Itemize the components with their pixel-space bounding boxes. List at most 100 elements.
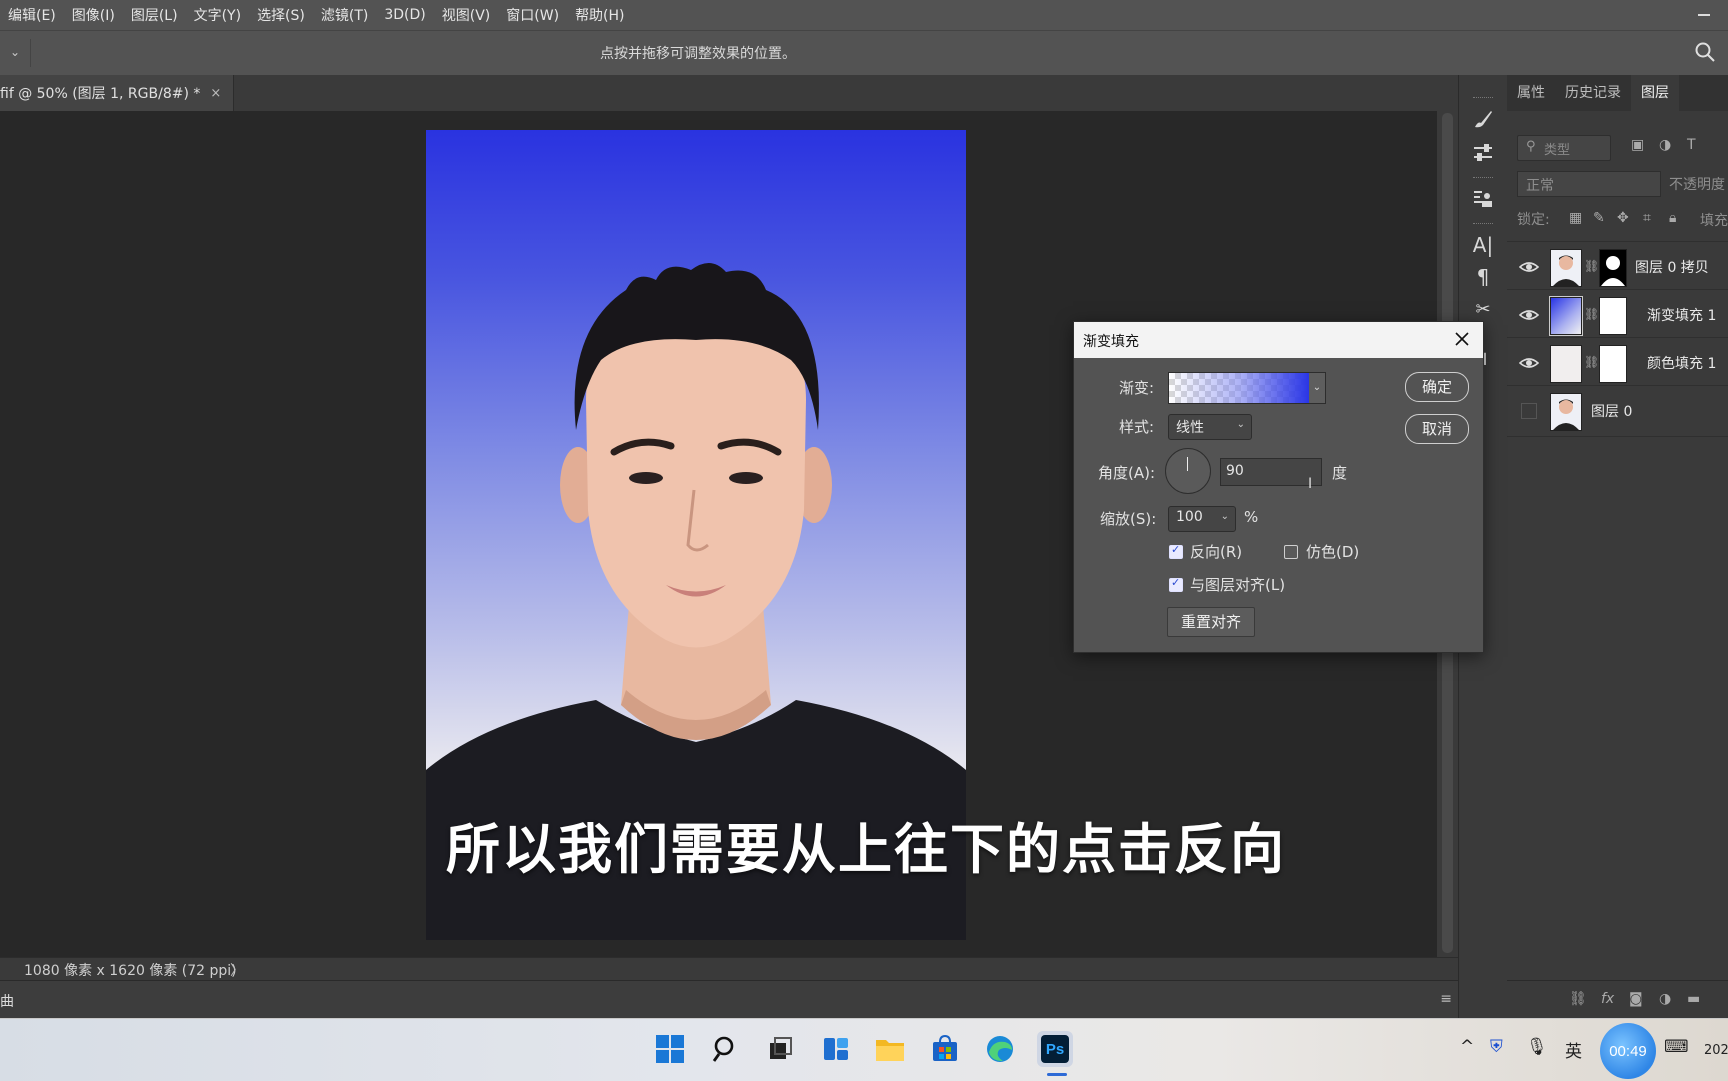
menu-view[interactable]: 视图(V)	[434, 5, 499, 25]
angle-dial[interactable]	[1165, 448, 1211, 494]
close-icon[interactable]	[1451, 328, 1473, 350]
tab-layers[interactable]: 图层	[1631, 75, 1679, 111]
layer-row[interactable]: ⛓︎ 图层 0 拷贝	[1507, 241, 1728, 292]
microphone-icon[interactable]: 🎙︎	[1526, 1037, 1548, 1057]
eye-icon[interactable]	[1519, 353, 1539, 373]
fx-icon[interactable]: fx	[1601, 991, 1614, 1007]
layer-filter-value: 类型	[1544, 143, 1571, 158]
style-select[interactable]: 线性 ⌄	[1168, 414, 1252, 440]
menu-layer[interactable]: 图层(L)	[123, 5, 186, 25]
menu-edit[interactable]: 编辑(E)	[0, 5, 64, 25]
photoshop-app-icon[interactable]: Ps	[1037, 1031, 1073, 1067]
layer-mask-thumbnail[interactable]	[1599, 249, 1627, 287]
dither-checkbox[interactable]	[1284, 545, 1298, 559]
start-icon[interactable]	[652, 1031, 688, 1067]
close-icon[interactable]: ×	[210, 86, 221, 101]
menu-filter[interactable]: 滤镜(T)	[313, 5, 376, 25]
link-layers-icon[interactable]: ⛓︎	[1569, 991, 1587, 1007]
scale-input[interactable]: 100 ⌄	[1168, 506, 1236, 532]
widgets-icon[interactable]	[818, 1031, 854, 1067]
type-filter-icon[interactable]: T	[1687, 137, 1696, 153]
adjust-sliders-icon[interactable]	[1469, 139, 1497, 167]
add-mask-icon[interactable]: ◙	[1629, 991, 1643, 1007]
eye-icon[interactable]	[1519, 305, 1539, 325]
store-icon[interactable]	[927, 1031, 963, 1067]
link-icon[interactable]: ⛓︎	[1584, 355, 1599, 369]
ok-button[interactable]: 确定	[1405, 372, 1469, 402]
chevron-down-icon[interactable]: ⌄	[1221, 511, 1229, 522]
scissors-icon[interactable]: ✂	[1469, 295, 1497, 323]
menu-help[interactable]: 帮助(H)	[567, 5, 632, 25]
menu-3d[interactable]: 3D(D)	[376, 7, 433, 23]
menu-select[interactable]: 选择(S)	[249, 5, 313, 25]
document-tab[interactable]: fif @ 50% (图层 1, RGB/8#) * ×	[0, 75, 235, 111]
visibility-toggle[interactable]	[1521, 403, 1537, 419]
panel-grip[interactable]	[1473, 97, 1493, 100]
gradient-label: 渐变:	[1119, 379, 1155, 397]
shield-icon[interactable]: ⛨	[1490, 1037, 1503, 1057]
layer-row[interactable]: 图层 0	[1507, 385, 1728, 437]
link-icon[interactable]: ⛓︎	[1584, 259, 1599, 273]
image-filter-icon[interactable]: ▣	[1631, 137, 1644, 153]
tool-hint: 点按并拖移可调整效果的位置。	[600, 46, 796, 62]
text-cursor-icon: I	[1308, 476, 1313, 492]
dither-label[interactable]: 仿色(D)	[1306, 541, 1359, 562]
search-icon: ⚲	[1526, 139, 1536, 154]
align-with-layer-label[interactable]: 与图层对齐(L)	[1190, 574, 1285, 595]
chevron-up-icon[interactable]: ^	[1460, 1037, 1474, 1057]
lock-artboard-icon[interactable]: ⌗	[1643, 210, 1651, 226]
cancel-button[interactable]: 取消	[1405, 414, 1469, 444]
menu-type[interactable]: 文字(Y)	[186, 5, 249, 25]
layer-row[interactable]: ⛓︎ 颜色填充 1	[1507, 337, 1728, 388]
eye-icon[interactable]	[1519, 257, 1539, 277]
task-view-icon[interactable]	[762, 1031, 798, 1067]
layer-row[interactable]: ⛓︎ 渐变填充 1	[1507, 289, 1728, 340]
date-fragment[interactable]: 202	[1704, 1043, 1728, 1058]
paragraph-icon[interactable]: ¶	[1469, 263, 1497, 291]
menu-window[interactable]: 窗口(W)	[498, 5, 567, 25]
tab-history[interactable]: 历史记录	[1555, 75, 1631, 111]
network-icon[interactable]: ⌨︎	[1664, 1037, 1689, 1057]
lock-position-icon[interactable]: ✥	[1617, 210, 1629, 226]
opacity-label: 不透明度	[1669, 177, 1725, 193]
file-explorer-icon[interactable]	[872, 1031, 908, 1067]
menu-image[interactable]: 图像(I)	[64, 5, 123, 25]
edge-browser-icon[interactable]	[982, 1031, 1018, 1067]
angle-input[interactable]: 90	[1220, 458, 1322, 486]
dialog-titlebar[interactable]: 渐变填充	[1074, 322, 1483, 358]
gradient-picker[interactable]	[1168, 372, 1311, 404]
character-icon[interactable]: A|	[1469, 231, 1497, 259]
status-bar: 1080 像素 x 1620 像素 (72 ppi) 〉	[0, 957, 1458, 980]
menu-bar: 编辑(E) 图像(I) 图层(L) 文字(Y) 选择(S) 滤镜(T) 3D(D…	[0, 0, 1728, 30]
chevron-down-icon[interactable]: ⌄	[1309, 372, 1326, 404]
reverse-checkbox[interactable]	[1169, 543, 1183, 559]
reset-align-button[interactable]: 重置对齐	[1167, 607, 1255, 637]
tab-properties[interactable]: 属性	[1507, 75, 1555, 111]
brush-icon[interactable]	[1469, 105, 1497, 133]
blend-mode-select[interactable]: 正常	[1517, 171, 1661, 197]
gradient-fill-thumbnail	[1549, 296, 1583, 336]
panel-grip[interactable]	[1473, 223, 1493, 226]
clone-source-icon[interactable]	[1469, 185, 1497, 213]
reverse-label[interactable]: 反向(R)	[1190, 541, 1242, 562]
lock-transparent-icon[interactable]: ▦	[1569, 210, 1582, 226]
link-icon[interactable]: ⛓︎	[1584, 307, 1599, 321]
ime-indicator[interactable]: 英	[1565, 1037, 1582, 1062]
minimize-icon[interactable]	[1698, 6, 1712, 20]
panel-grip[interactable]	[1473, 177, 1493, 180]
lock-pixels-icon[interactable]: ✎	[1593, 210, 1605, 226]
adjustment-filter-icon[interactable]: ◑	[1659, 137, 1671, 153]
layer-mask-thumbnail[interactable]	[1599, 345, 1627, 383]
panel-menu-icon[interactable]: ≡	[1440, 991, 1452, 1007]
new-adjustment-icon[interactable]: ◑	[1659, 991, 1671, 1007]
new-group-icon[interactable]: ▬	[1687, 991, 1700, 1007]
search-icon[interactable]	[708, 1031, 744, 1067]
chevron-down-icon: ⌄	[1236, 419, 1245, 430]
search-icon[interactable]	[1694, 41, 1716, 63]
scale-unit: %	[1244, 508, 1259, 526]
align-with-layer-checkbox[interactable]	[1169, 576, 1183, 592]
status-menu-arrow[interactable]: 〉	[230, 960, 244, 980]
layer-filter-select[interactable]: ⚲ 类型	[1517, 135, 1611, 161]
lock-all-icon[interactable]: 🔒︎	[1669, 210, 1676, 226]
layer-mask-thumbnail[interactable]	[1599, 297, 1627, 335]
